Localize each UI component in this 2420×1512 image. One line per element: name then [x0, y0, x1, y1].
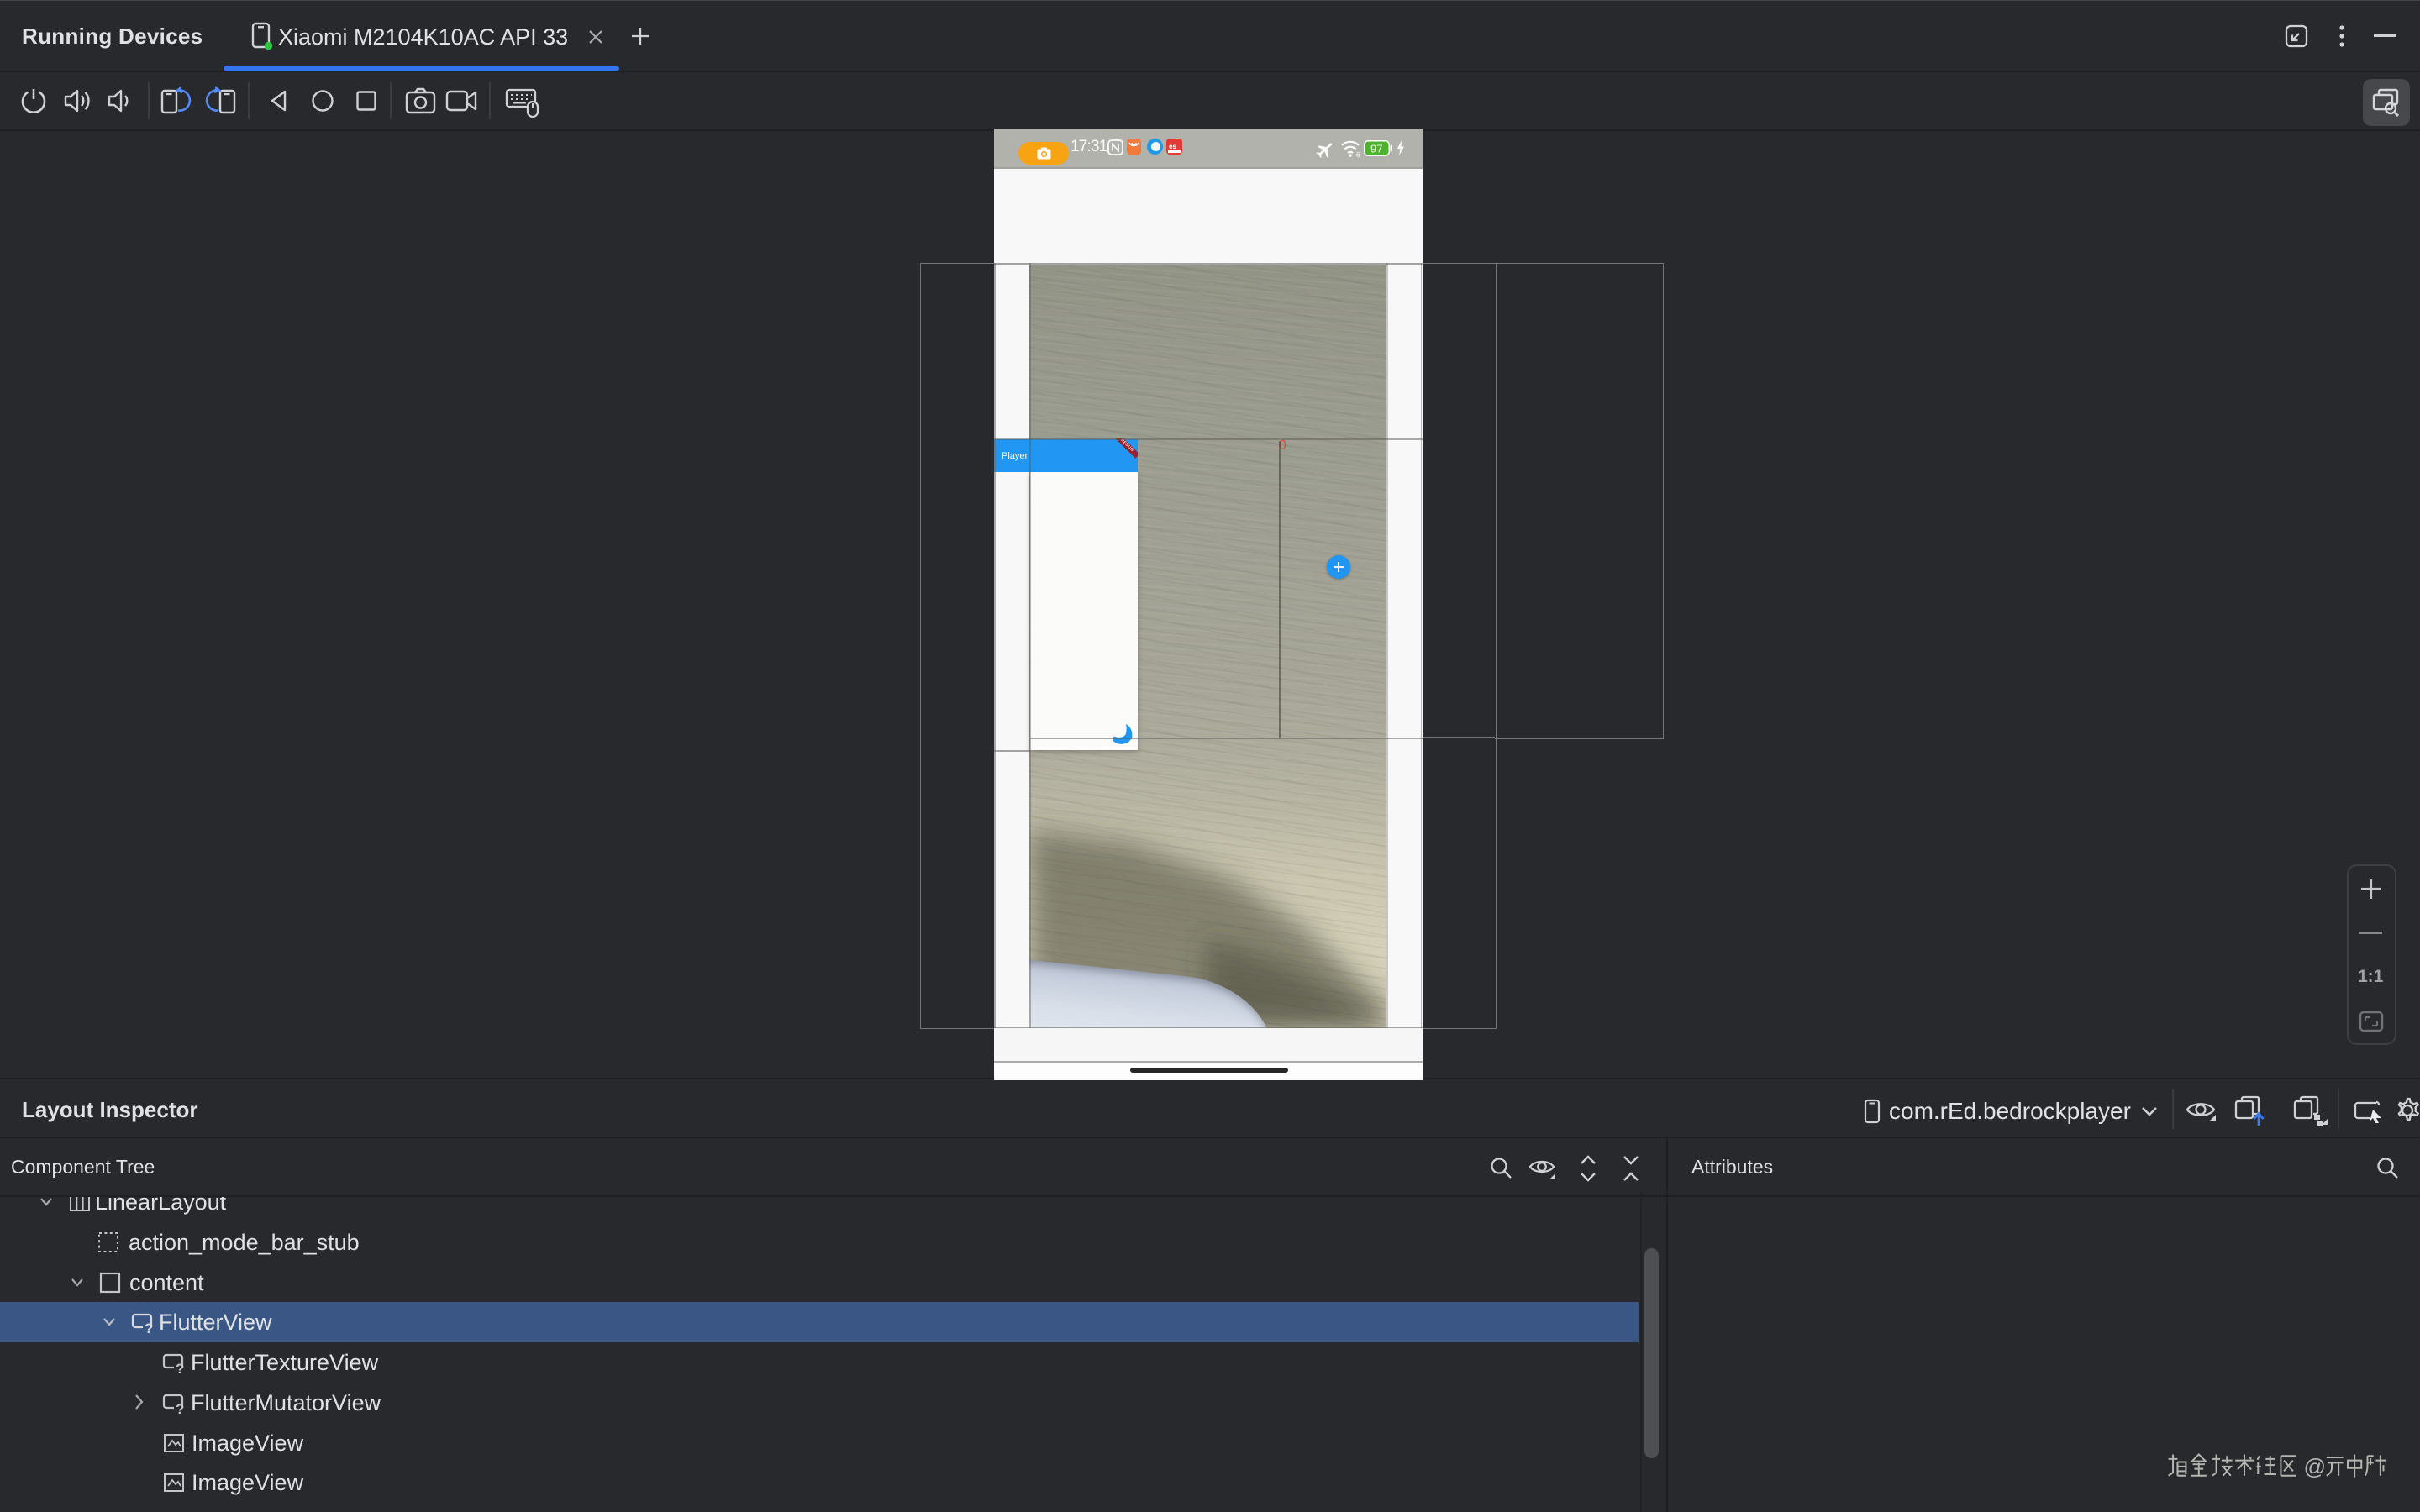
svg-text:97: 97 [1370, 143, 1382, 155]
svg-text:@: @ [2304, 1454, 2327, 1479]
svg-text:?: ? [176, 1401, 184, 1415]
svg-text:?: ? [145, 1320, 153, 1334]
svg-text:?: ? [176, 1361, 184, 1374]
svg-text:6: 6 [1356, 151, 1360, 158]
